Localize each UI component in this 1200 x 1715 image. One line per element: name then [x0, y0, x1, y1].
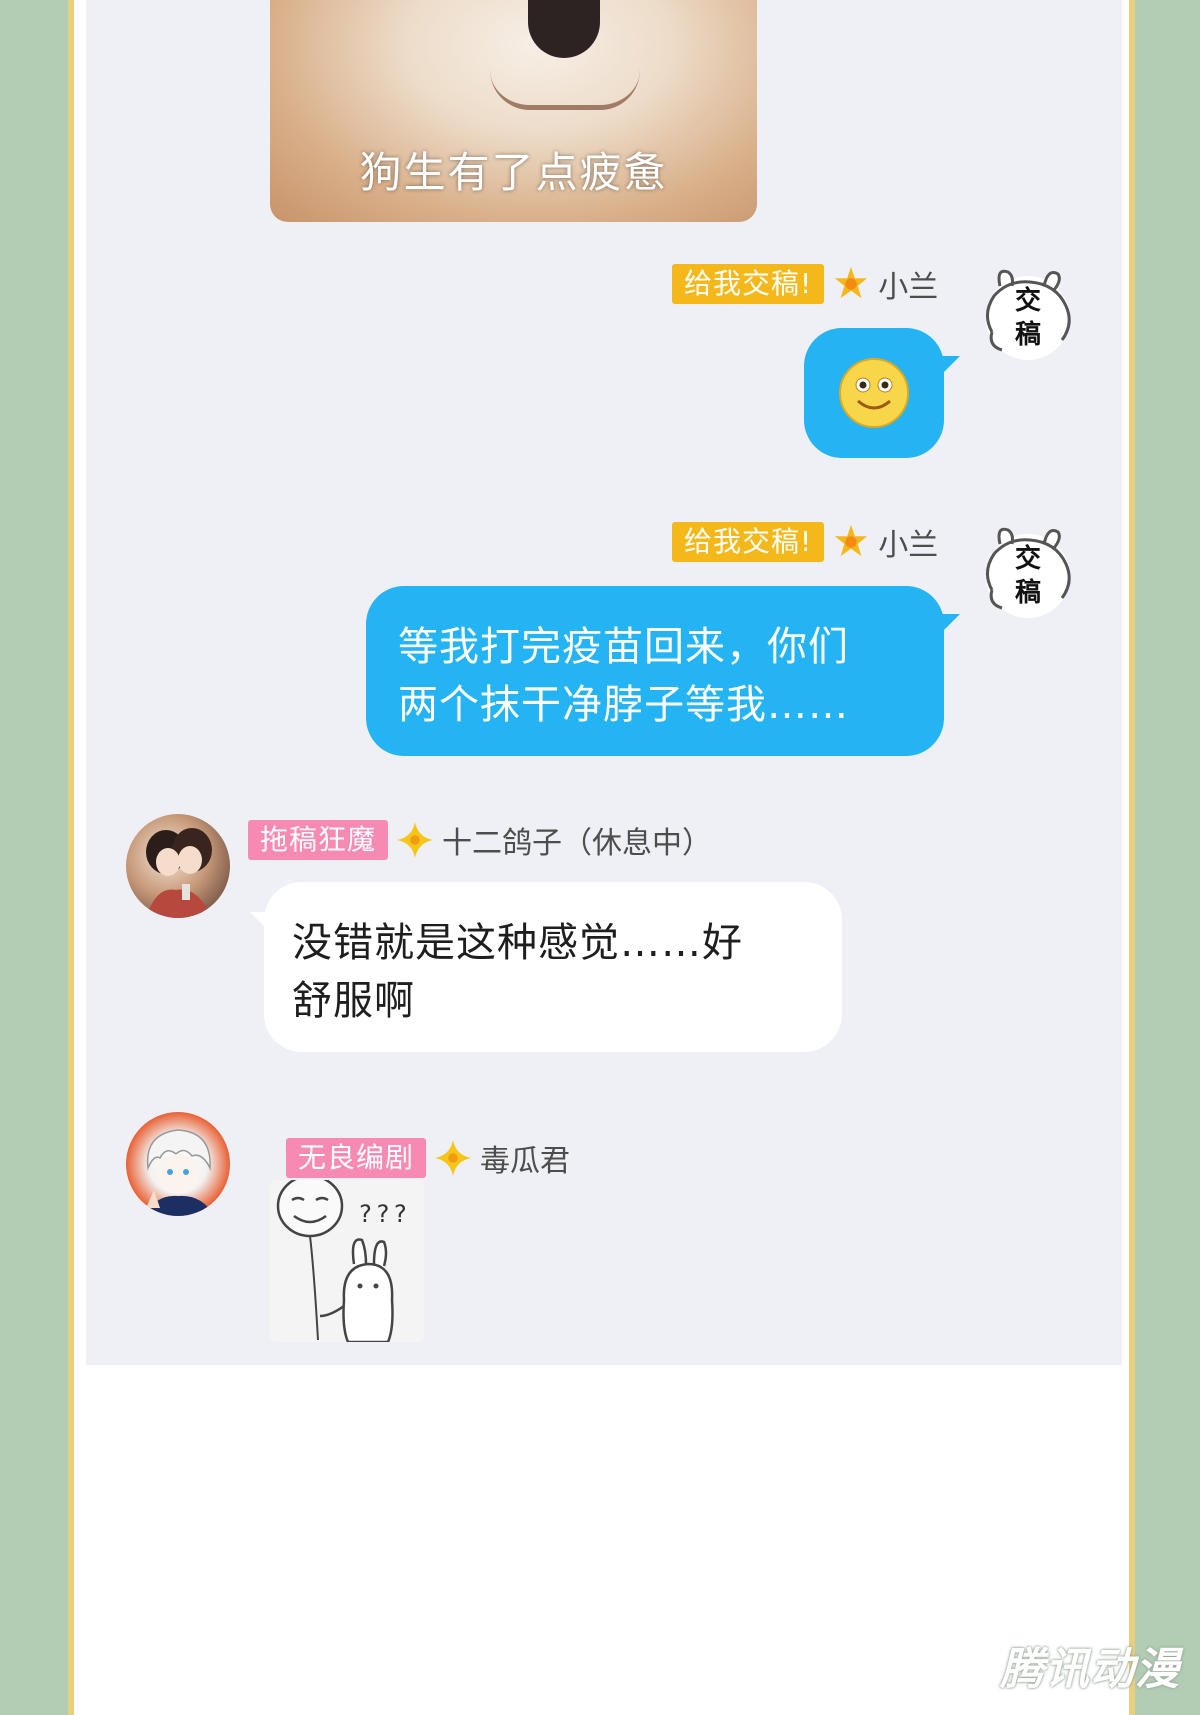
avatar-text-1: 交: [1014, 286, 1041, 316]
tencent-comic-watermark: 腾讯动漫: [1000, 1644, 1180, 1695]
smiley-face-icon: [839, 358, 909, 428]
star-badge-icon: [835, 266, 868, 299]
message-bubble[interactable]: 没错就是这种感觉……好 舒服啊: [264, 882, 842, 1052]
dog-meme-caption: 狗生有了点疲惫: [359, 148, 668, 197]
username[interactable]: 十二鸽子（休息中）: [442, 818, 712, 862]
message-line: 没错就是这种感觉……好: [292, 920, 743, 966]
user-title-badge: 拖稿狂魔: [248, 820, 389, 860]
diamond-star-badge-icon: [396, 821, 434, 859]
username[interactable]: 毒瓜君: [480, 1136, 570, 1180]
dog-nose: [528, 0, 600, 58]
star-badge-icon: [835, 524, 868, 557]
diamond-star-badge-icon: [434, 1139, 472, 1177]
dog-meme-image[interactable]: 狗生有了点疲惫: [270, 0, 757, 222]
message-line: 两个抹干净脖子等我……: [398, 682, 849, 728]
username[interactable]: 小兰: [878, 520, 938, 564]
anime-couple-avatar-icon: [146, 828, 212, 918]
message-bubble[interactable]: 等我打完疫苗回来，你们 两个抹干净脖子等我……: [366, 586, 944, 756]
message-header: 无良编剧 毒瓜君: [286, 1136, 570, 1180]
rabbit-balloon-sticker[interactable]: ???: [270, 1180, 424, 1342]
avatar[interactable]: [126, 814, 230, 918]
avatar-text-1: 交: [1014, 544, 1041, 574]
message-header: 给我交稿! 小兰: [672, 262, 938, 306]
message-header: 拖稿狂魔 十二鸽子（休息中）: [248, 818, 712, 862]
sticker-question-marks: ???: [358, 1200, 411, 1228]
avatar-text-2: 稿: [1014, 578, 1041, 608]
message-bubble[interactable]: [804, 328, 944, 458]
avatar[interactable]: [126, 1112, 230, 1216]
avatar-text-2: 稿: [1014, 320, 1041, 350]
user-title-badge: 给我交稿!: [672, 522, 825, 562]
avatar[interactable]: 交 稿: [978, 262, 1078, 362]
dog-mouth: [490, 70, 640, 110]
blank-area: [86, 1365, 1122, 1715]
message-header: 给我交稿! 小兰: [672, 520, 938, 564]
user-title-badge: 给我交稿!: [672, 264, 825, 304]
username[interactable]: 小兰: [878, 262, 938, 306]
white-haired-character-avatar-icon: [144, 1129, 214, 1216]
avatar[interactable]: 交 稿: [978, 520, 1078, 620]
message-line: 舒服啊: [292, 978, 415, 1024]
user-title-badge: 无良编剧: [286, 1138, 427, 1178]
message-line: 等我打完疫苗回来，你们: [398, 624, 849, 670]
